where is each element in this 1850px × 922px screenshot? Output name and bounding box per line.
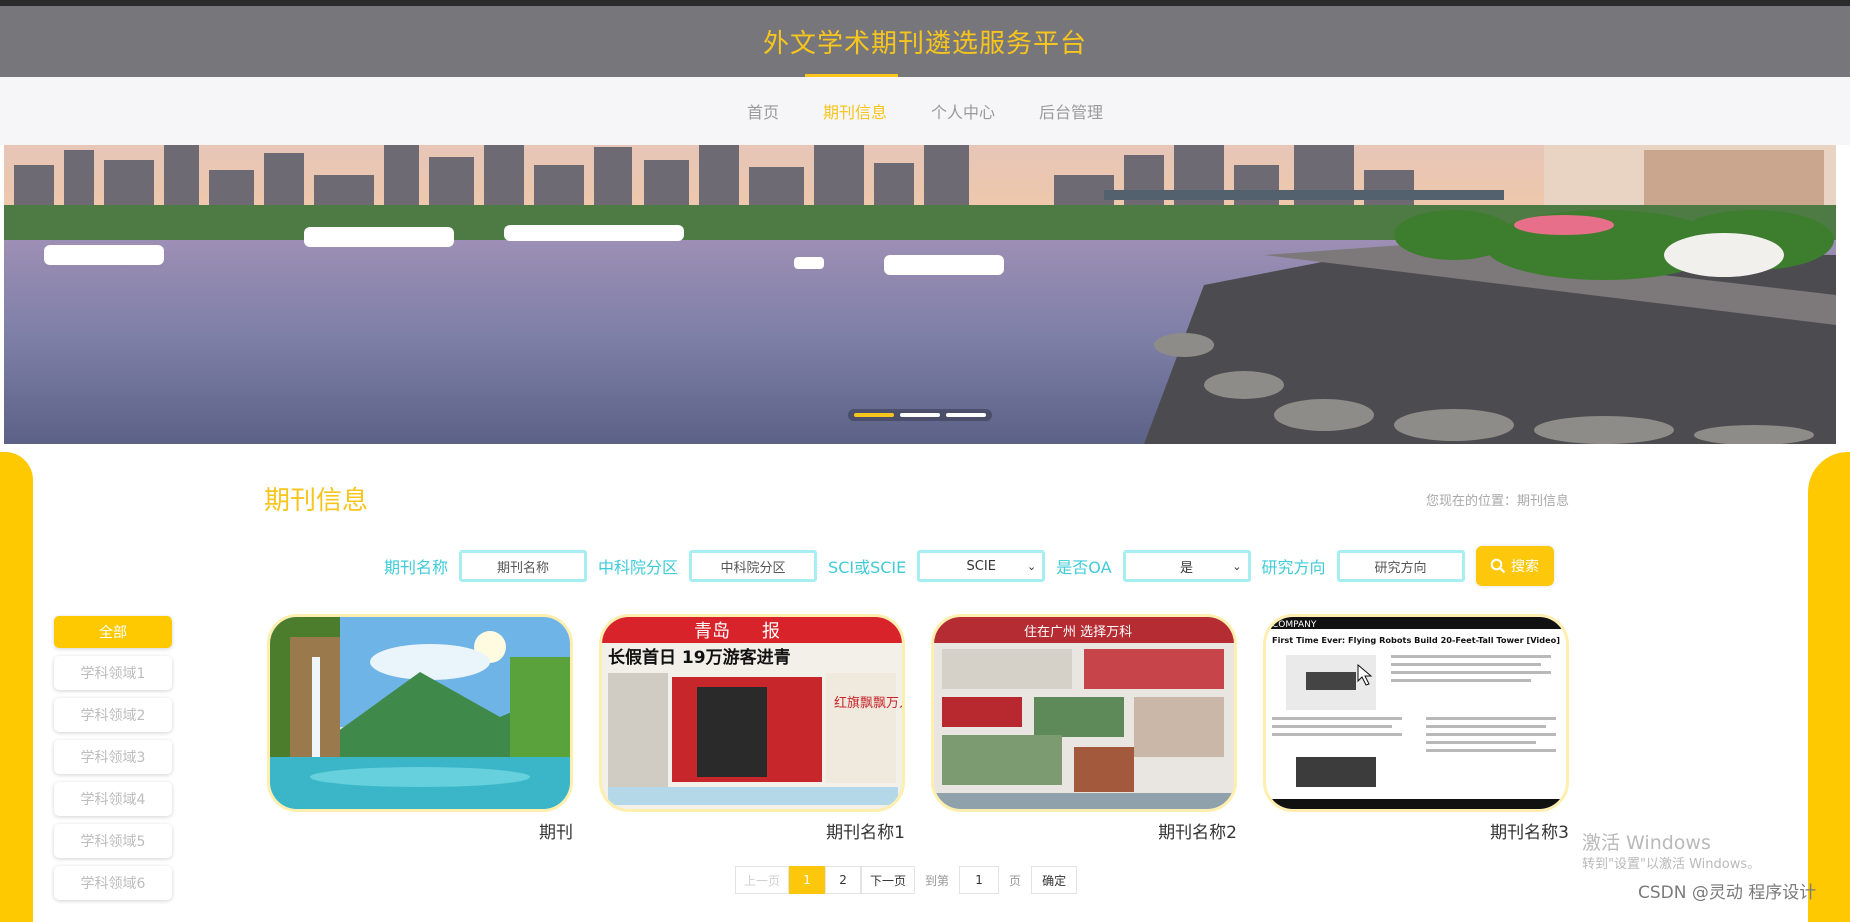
category-item[interactable]: 学科领域5 [54, 824, 172, 858]
goto-page-input[interactable]: 1 [959, 866, 1000, 894]
newspaper-headline: 长假首日 19万游客进青 [608, 647, 791, 668]
journal-card-name: 期刊名称1 [826, 823, 905, 843]
waterfall-landscape-image [270, 617, 570, 809]
category-item[interactable]: 学科领域4 [54, 782, 172, 816]
newspaper-side-text: 红旗飘飘万人聚观 [834, 695, 902, 711]
page-button-2[interactable]: 2 [825, 866, 862, 894]
chevron-down-icon: ⌄ [1027, 560, 1037, 573]
pagination: 上一页 1 2 下一页 到第 1 页 确定 [735, 866, 1078, 894]
journal-card-name: 期刊 [539, 823, 573, 843]
journal-card[interactable]: COMPANY First Time Ever: Flying Robots B… [1263, 614, 1569, 843]
category-item[interactable]: 学科领域2 [54, 698, 172, 732]
category-item[interactable]: 学科领域1 [54, 656, 172, 690]
journal-thumbnail[interactable] [267, 614, 573, 812]
journal-card[interactable]: 青岛 报 长假首日 19万游客进青 红旗飘飘万人聚观 期刊名称1 [599, 614, 905, 843]
left-decoration [0, 452, 33, 922]
search-button[interactable]: 搜索 [1475, 546, 1554, 586]
research-direction-label: 研究方向 [1261, 558, 1326, 577]
newspaper-masthead: 青岛 [694, 621, 730, 642]
nav-home[interactable]: 首页 [747, 99, 779, 123]
journal-thumbnail[interactable]: COMPANY First Time Ever: Flying Robots B… [1263, 614, 1569, 812]
journal-name-label: 期刊名称 [384, 558, 449, 577]
journal-cards: 期刊 青岛 报 长假首日 19万游客进青 红旗飘飘万人聚观 期刊名称1 [267, 614, 1569, 843]
banner-image [4, 145, 1836, 444]
goto-confirm-button[interactable]: 确定 [1031, 866, 1078, 894]
cas-zone-input[interactable]: 中科院分区 [689, 550, 818, 582]
sci-select[interactable]: SCIE ⌄ [917, 550, 1046, 582]
sci-select-value: SCIE [966, 558, 996, 574]
category-item[interactable]: 学科领域3 [54, 740, 172, 774]
prev-page-button[interactable]: 上一页 [735, 866, 790, 894]
site-title: 外文学术期刊遴选服务平台 [762, 29, 1087, 59]
chevron-down-icon: ⌄ [1232, 560, 1242, 573]
journal-thumbnail[interactable]: 住在广州 选择万科 [931, 614, 1237, 812]
search-icon [1490, 558, 1506, 574]
next-page-button[interactable]: 下一页 [861, 866, 916, 894]
newspaper-masthead-right: 报 [762, 621, 780, 642]
category-item[interactable]: 学科领域6 [54, 866, 172, 900]
research-direction-input[interactable]: 研究方向 [1336, 550, 1465, 582]
site-header: 外文学术期刊遴选服务平台 [0, 6, 1850, 79]
nav-journal-info[interactable]: 期刊信息 [823, 99, 887, 123]
journal-card[interactable]: 住在广州 选择万科 期刊名称2 [931, 614, 1237, 843]
search-button-label: 搜索 [1511, 559, 1540, 575]
category-all[interactable]: 全部 [54, 616, 172, 648]
main-nav: 首页 期刊信息 个人中心 后台管理 [0, 77, 1850, 145]
newspaper-2-head: 住在广州 选择万科 [1024, 625, 1132, 640]
banner-carousel[interactable] [4, 145, 1836, 444]
search-bar: 期刊名称 期刊名称 中科院分区 中科院分区 SCI或SCIE SCIE ⌄ 是否… [384, 546, 1554, 586]
journal-card-name: 期刊名称3 [1490, 823, 1569, 843]
cas-zone-label: 中科院分区 [598, 558, 679, 577]
newspaper-image: 住在广州 选择万科 [934, 617, 1234, 809]
article-source: COMPANY [1272, 620, 1317, 630]
sci-label: SCI或SCIE [828, 558, 907, 577]
carousel-dot-1[interactable] [854, 413, 894, 417]
oa-select[interactable]: 是 ⌄ [1122, 550, 1251, 582]
article-title: First Time Ever: Flying Robots Build 20-… [1272, 635, 1560, 645]
journal-name-input[interactable]: 期刊名称 [459, 550, 588, 582]
carousel-dots [848, 409, 992, 421]
breadcrumb: 您现在的位置：期刊信息 [1426, 494, 1570, 509]
article-image: COMPANY First Time Ever: Flying Robots B… [1266, 617, 1566, 809]
newspaper-image: 青岛 报 长假首日 19万游客进青 红旗飘飘万人聚观 [602, 617, 902, 809]
windows-activation-hint: 转到"设置"以激活 Windows。 [1582, 857, 1761, 872]
nav-personal-center[interactable]: 个人中心 [931, 99, 995, 123]
carousel-dot-3[interactable] [946, 413, 986, 417]
page-unit-label: 页 [1009, 873, 1022, 888]
oa-select-value: 是 [1180, 560, 1194, 576]
page-title: 期刊信息 [264, 486, 369, 516]
nav-admin[interactable]: 后台管理 [1039, 99, 1103, 123]
carousel-dot-2[interactable] [900, 413, 940, 417]
right-decoration [1808, 452, 1850, 922]
journal-thumbnail[interactable]: 青岛 报 长假首日 19万游客进青 红旗飘飘万人聚观 [599, 614, 905, 812]
journal-card[interactable]: 期刊 [267, 614, 573, 843]
csdn-watermark: CSDN @灵动 程序设计 [1638, 883, 1817, 903]
windows-activation-watermark: 激活 Windows [1582, 832, 1711, 854]
goto-label: 到第 [925, 873, 950, 888]
oa-label: 是否OA [1056, 558, 1112, 577]
journal-card-name: 期刊名称2 [1158, 823, 1237, 843]
category-list: 全部 学科领域1 学科领域2 学科领域3 学科领域4 学科领域5 学科领域6 [54, 616, 172, 900]
page-button-1[interactable]: 1 [789, 866, 826, 894]
